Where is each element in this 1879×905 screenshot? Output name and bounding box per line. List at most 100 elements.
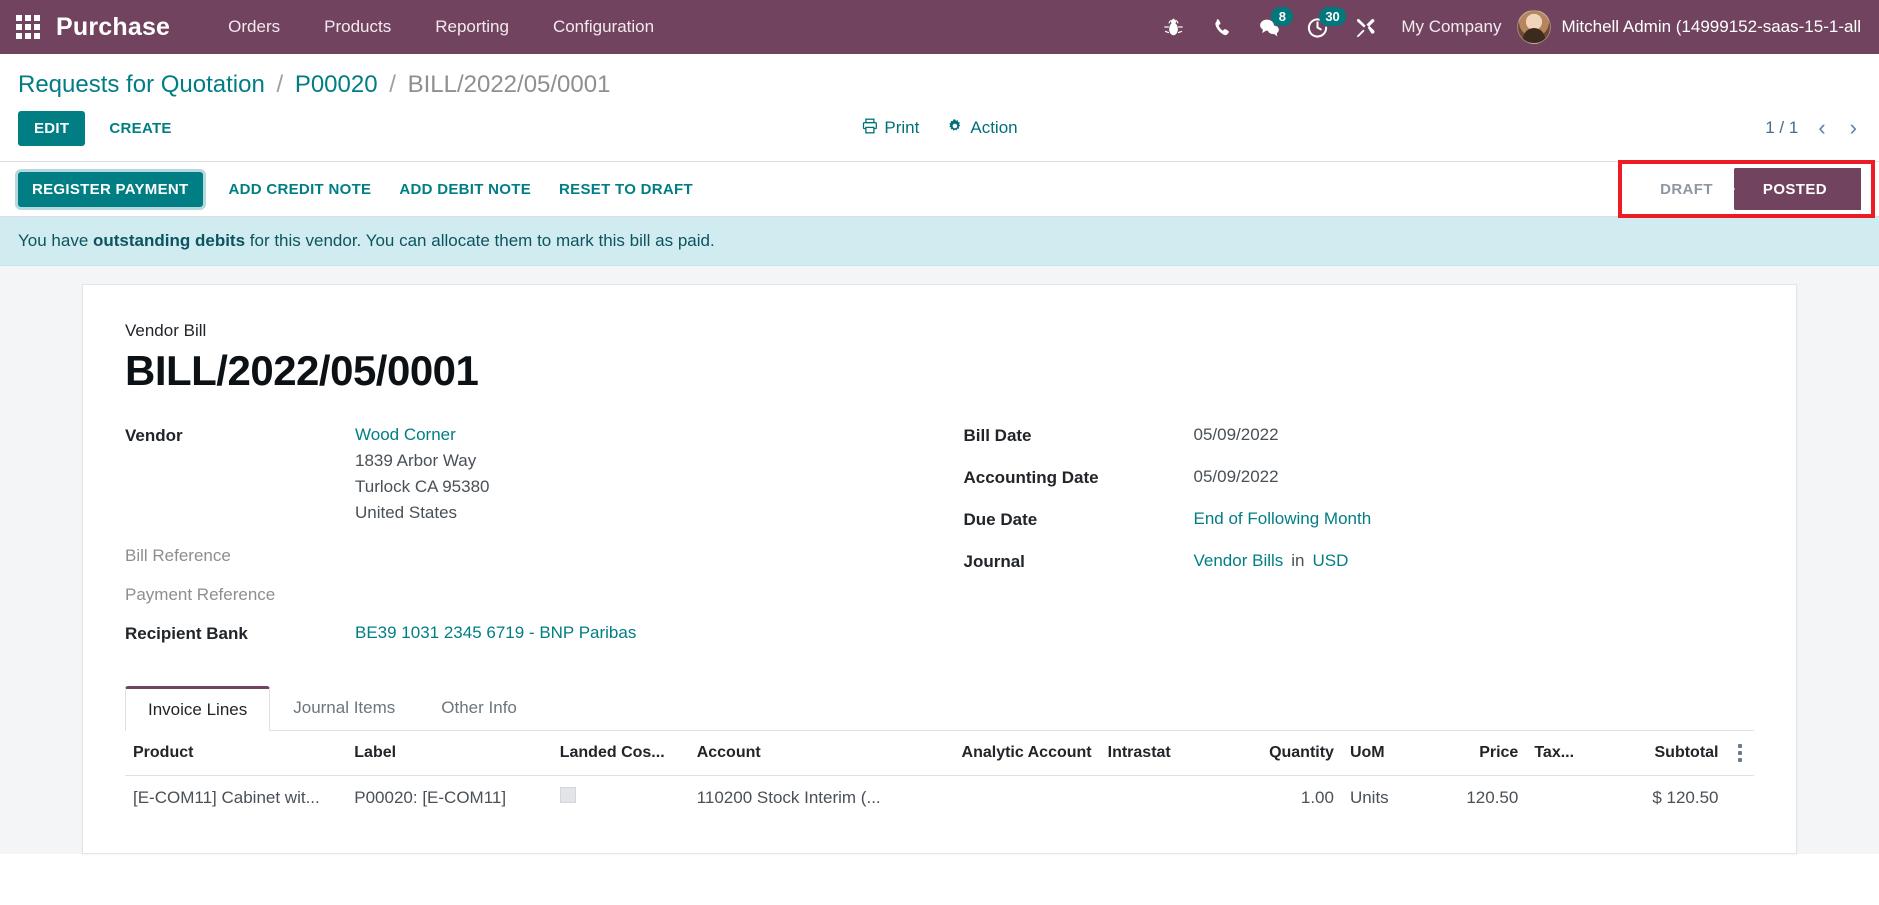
- cell-quantity[interactable]: 1.00: [1226, 776, 1342, 820]
- field-value-recipient-bank: BE39 1031 2345 6719 - BNP Paribas: [355, 623, 636, 643]
- page-title: BILL/2022/05/0001: [125, 347, 479, 394]
- chevron-left-icon[interactable]: ‹: [1814, 117, 1829, 139]
- tab-invoice-lines[interactable]: Invoice Lines: [125, 686, 271, 731]
- add-debit-note-button[interactable]: ADD DEBIT NOTE: [385, 172, 545, 207]
- options-dots-icon[interactable]: [1726, 731, 1754, 776]
- field-value-bill-date[interactable]: 05/09/2022: [1194, 425, 1279, 445]
- pager: 1 / 1 ‹ ›: [1765, 117, 1861, 139]
- vendor-address-street: 1839 Arbor Way: [355, 451, 477, 470]
- cell-label[interactable]: P00020: [E-COM11]: [346, 776, 551, 820]
- cell-product[interactable]: [E-COM11] Cabinet wit...: [125, 776, 346, 820]
- table-header-row: Product Label Landed Cos... Account Anal…: [125, 731, 1754, 776]
- column-header-subtotal[interactable]: Subtotal: [1610, 731, 1727, 776]
- form-fields-grid: Vendor Wood Corner 1839 Arbor Way Turloc…: [125, 425, 1754, 658]
- status-arrow: POSTED: [1713, 168, 1861, 210]
- field-payment-reference: Payment Reference: [125, 584, 916, 605]
- alert-link-outstanding-debits[interactable]: outstanding debits: [93, 231, 245, 250]
- breadcrumb-item-requests-for-quotation[interactable]: Requests for Quotation: [18, 71, 265, 98]
- breadcrumb-item-p00020[interactable]: P00020: [295, 71, 378, 98]
- field-value-vendor: Wood Corner 1839 Arbor Way Turlock CA 95…: [355, 425, 490, 523]
- field-label-recipient-bank: Recipient Bank: [125, 624, 248, 643]
- field-due-date: Due Date End of Following Month: [964, 509, 1755, 530]
- field-value-due-date: End of Following Month: [1194, 509, 1372, 529]
- top-navbar: Purchase Orders Products Reporting Confi…: [0, 0, 1879, 54]
- notebook-tabs: Invoice Lines Journal Items Other Info: [125, 686, 1754, 731]
- field-label-journal: Journal: [963, 552, 1025, 571]
- company-selector[interactable]: My Company: [1389, 17, 1517, 37]
- field-vendor: Vendor Wood Corner 1839 Arbor Way Turloc…: [125, 425, 916, 523]
- reset-to-draft-button[interactable]: RESET TO DRAFT: [545, 172, 707, 207]
- action-button[interactable]: Action: [947, 118, 1018, 139]
- field-label-accounting-date: Accounting Date: [963, 468, 1099, 487]
- currency-link[interactable]: USD: [1313, 551, 1349, 570]
- menu-item-configuration[interactable]: Configuration: [531, 0, 676, 54]
- messages-icon[interactable]: 8: [1245, 0, 1294, 54]
- messages-badge: 8: [1271, 7, 1294, 26]
- edit-button[interactable]: EDIT: [18, 110, 86, 146]
- column-header-tax[interactable]: Tax...: [1526, 731, 1611, 776]
- cell-analytic-account[interactable]: [910, 776, 1100, 820]
- recipient-bank-link[interactable]: BE39 1031 2345 6719 - BNP Paribas: [355, 623, 636, 642]
- column-header-analytic-account[interactable]: Analytic Account: [909, 731, 1100, 776]
- cell-account[interactable]: 110200 Stock Interim (...: [689, 776, 910, 820]
- field-bill-reference: Bill Reference: [125, 545, 916, 566]
- cell-price[interactable]: 120.50: [1426, 776, 1526, 820]
- cell-uom[interactable]: Units: [1342, 776, 1426, 820]
- column-header-intrastat[interactable]: Intrastat: [1099, 731, 1227, 776]
- cell-tax[interactable]: [1526, 776, 1610, 820]
- app-brand-purchase[interactable]: Purchase: [56, 13, 170, 42]
- form-right-column: Bill Date 05/09/2022 Accounting Date 05/…: [964, 425, 1755, 658]
- cell-subtotal[interactable]: $ 120.50: [1611, 776, 1727, 820]
- column-header-product[interactable]: Product: [125, 731, 347, 776]
- invoice-lines-table: Product Label Landed Cos... Account Anal…: [125, 731, 1754, 819]
- user-menu[interactable]: Mitchell Admin (14999152-saas-15-1-all: [1517, 10, 1865, 44]
- status-action-row: REGISTER PAYMENT ADD CREDIT NOTE ADD DEB…: [0, 160, 1879, 218]
- menu-item-products[interactable]: Products: [302, 0, 413, 54]
- chevron-right-icon[interactable]: ›: [1846, 117, 1861, 139]
- create-button[interactable]: CREATE: [95, 111, 185, 146]
- status-stage-posted[interactable]: POSTED: [1713, 168, 1861, 210]
- due-date-link[interactable]: End of Following Month: [1194, 509, 1372, 528]
- register-payment-button[interactable]: REGISTER PAYMENT: [18, 171, 203, 207]
- document-type-label: Vendor Bill: [125, 321, 207, 340]
- table-row[interactable]: [E-COM11] Cabinet wit... P00020: [E-COM1…: [125, 776, 1754, 820]
- column-header-landed-cost[interactable]: Landed Cos...: [551, 731, 689, 776]
- alert-text-after: for this vendor. You can allocate them t…: [245, 231, 715, 250]
- activity-clock-icon[interactable]: 30: [1293, 0, 1346, 54]
- field-label-vendor: Vendor: [125, 426, 183, 445]
- breadcrumb-separator: /: [276, 71, 284, 98]
- journal-link[interactable]: Vendor Bills: [1194, 551, 1284, 570]
- phone-icon[interactable]: [1197, 0, 1245, 54]
- form-sheet: Vendor Bill BILL/2022/05/0001 Vendor Woo…: [82, 284, 1797, 854]
- apps-grid-icon[interactable]: [0, 0, 56, 54]
- bug-icon[interactable]: [1149, 0, 1197, 54]
- vendor-link[interactable]: Wood Corner: [355, 425, 490, 445]
- field-accounting-date: Accounting Date 05/09/2022: [964, 467, 1755, 488]
- landed-cost-checkbox[interactable]: [559, 787, 576, 803]
- tab-journal-items[interactable]: Journal Items: [270, 686, 418, 730]
- breadcrumb-item-current: BILL/2022/05/0001: [407, 71, 611, 98]
- add-credit-note-button[interactable]: ADD CREDIT NOTE: [215, 172, 386, 207]
- column-header-label[interactable]: Label: [346, 731, 552, 776]
- vendor-address-city: Turlock CA 95380: [355, 477, 490, 496]
- menu-item-reporting[interactable]: Reporting: [413, 0, 531, 54]
- tools-wrench-icon[interactable]: [1341, 0, 1389, 54]
- cell-intrastat[interactable]: [1100, 776, 1226, 820]
- column-header-uom[interactable]: UoM: [1341, 731, 1427, 776]
- column-header-account[interactable]: Account: [688, 731, 910, 776]
- outstanding-debits-alert: You have outstanding debits for this ven…: [0, 217, 1879, 266]
- field-label-due-date: Due Date: [963, 510, 1038, 529]
- column-header-quantity[interactable]: Quantity: [1226, 731, 1342, 776]
- print-button[interactable]: Print: [861, 118, 919, 139]
- tab-other-info[interactable]: Other Info: [418, 686, 540, 730]
- field-label-bill-reference: Bill Reference: [125, 546, 231, 565]
- avatar: [1517, 10, 1552, 44]
- field-label-bill-date: Bill Date: [963, 426, 1032, 445]
- cell-landed-cost[interactable]: [552, 776, 689, 820]
- column-header-price[interactable]: Price: [1426, 731, 1527, 776]
- menu-item-orders[interactable]: Orders: [206, 0, 302, 54]
- form-background: Vendor Bill BILL/2022/05/0001 Vendor Woo…: [0, 266, 1879, 854]
- field-value-accounting-date[interactable]: 05/09/2022: [1194, 467, 1279, 487]
- pager-count: 1 / 1: [1765, 118, 1799, 137]
- field-label-payment-reference: Payment Reference: [125, 585, 276, 604]
